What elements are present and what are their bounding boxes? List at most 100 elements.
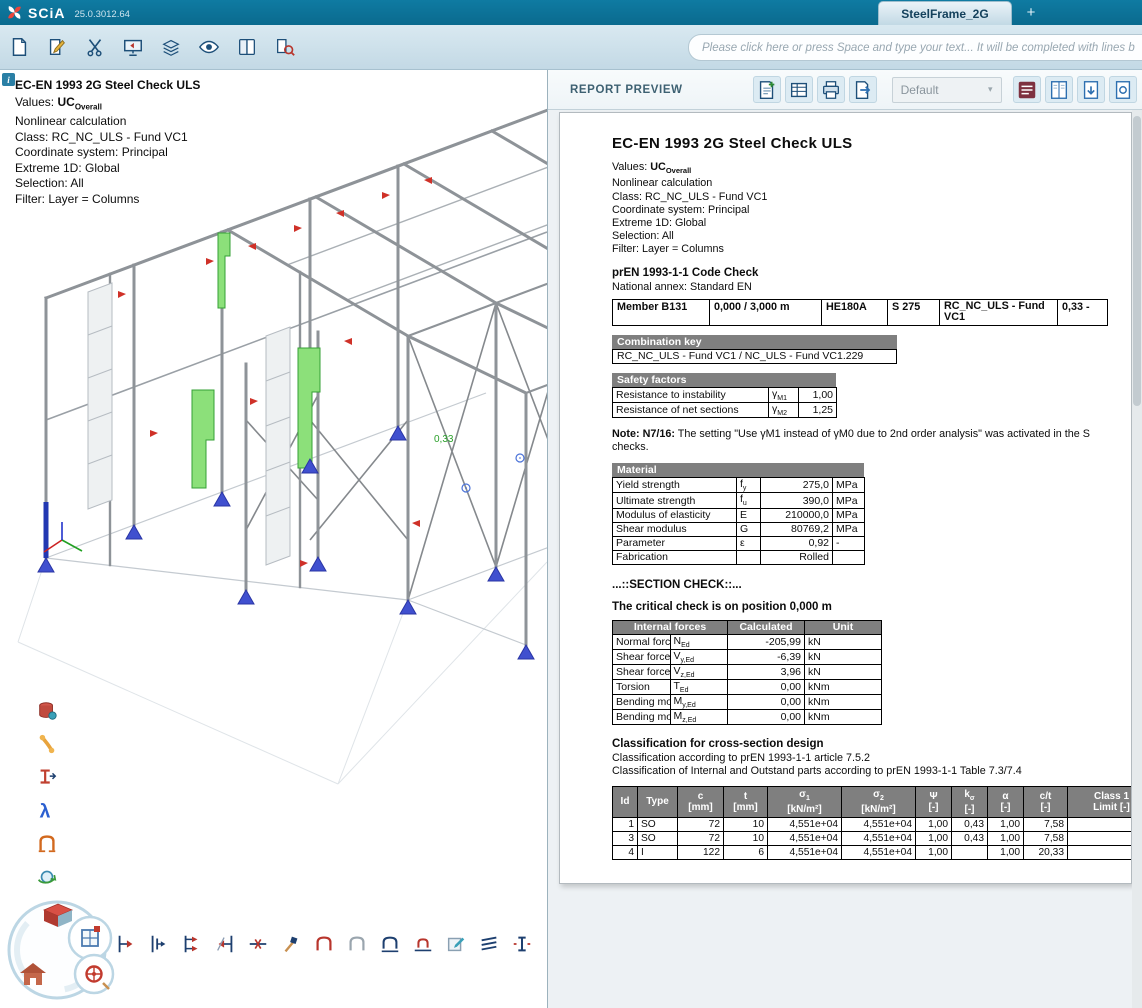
note-line: Note: N7/16: The setting "Use γM1 instea… xyxy=(612,428,1131,441)
text-line: Coordinate system: Principal xyxy=(15,145,200,161)
report-preview-title: REPORT PREVIEW xyxy=(570,84,683,96)
layers-check-icon[interactable] xyxy=(152,28,190,66)
command-input[interactable] xyxy=(688,34,1142,61)
table-cell: 210000,0 xyxy=(761,508,833,522)
visibility-icon[interactable] xyxy=(190,28,228,66)
report-page: EC-EN 1993 2G Steel Check ULS Values: UC… xyxy=(559,112,1132,884)
page-settings-icon[interactable] xyxy=(1109,76,1137,103)
haunch-gray-icon[interactable] xyxy=(345,932,369,956)
table-cell: 1,00 xyxy=(916,817,952,831)
section-symbol-icon[interactable] xyxy=(510,932,534,956)
table-cell: 4,551e+04 xyxy=(842,845,916,859)
scia-logo-icon xyxy=(6,4,23,21)
page-columns-icon[interactable] xyxy=(1045,76,1073,103)
table-cell: S 275 xyxy=(888,299,940,325)
table-cell: Ultimate strength xyxy=(613,493,737,508)
table-cell: 7,58 xyxy=(1024,831,1068,845)
table-cell: Mz,Ed xyxy=(670,710,728,725)
navigation-wheel[interactable] xyxy=(0,893,132,1008)
scrollbar-thumb[interactable] xyxy=(1133,116,1141,406)
overlay-lines: Nonlinear calculationClass: RC_NC_ULS - … xyxy=(15,114,200,207)
table-cell: SO xyxy=(638,817,678,831)
table-cell: Fabrication xyxy=(613,550,737,564)
table-cell: 1,00 xyxy=(988,845,1024,859)
bone-member-icon[interactable] xyxy=(34,731,60,757)
orbit-load-icon[interactable] xyxy=(34,863,60,889)
layers-icon[interactable] xyxy=(477,932,501,956)
report-intro-lines: Nonlinear calculationClass: RC_NC_ULS - … xyxy=(612,177,1131,256)
table-cell: 1,00 xyxy=(799,387,837,402)
table-cell: Member B131 xyxy=(613,299,710,325)
table-cell: MPa xyxy=(833,522,865,536)
table-cell: 0,92 xyxy=(761,536,833,550)
table-cell xyxy=(952,845,988,859)
viewport-3d[interactable]: 0,33 i EC-EN 1993 2G Steel Check ULS Val… xyxy=(0,70,547,1008)
combination-key-row: RC_NC_ULS - Fund VC1 / NC_ULS - Fund VC1… xyxy=(612,349,897,364)
add-report-item-icon[interactable] xyxy=(753,76,781,103)
table-cell: Vy,Ed xyxy=(670,649,728,664)
table-cell: 7,58 xyxy=(1024,817,1068,831)
hammer-tool-icon[interactable] xyxy=(279,932,303,956)
support-mirror-icon[interactable] xyxy=(213,932,237,956)
table-cell: 4,551e+04 xyxy=(842,831,916,845)
lambda-stability-icon[interactable] xyxy=(34,797,60,823)
divide-member-icon[interactable] xyxy=(246,932,270,956)
ground-grid xyxy=(18,558,547,784)
table-row: Resistance of net sectionsγM21,25 xyxy=(613,402,837,417)
check-structure-icon[interactable] xyxy=(543,932,547,956)
national-annex-line: National annex: Standard EN xyxy=(612,281,1131,294)
table-cell: kσ[-] xyxy=(952,786,988,817)
template-dropdown[interactable]: Default ▾ xyxy=(892,77,1002,103)
cut-icon[interactable] xyxy=(76,28,114,66)
new-tab-button[interactable]: + xyxy=(1021,0,1041,25)
report-values-line: Values: UCOverall xyxy=(612,161,1131,177)
table-cell: Rolled xyxy=(761,550,833,564)
table-cell: 10 xyxy=(724,817,768,831)
table-cell: Bending moment xyxy=(613,694,671,709)
edit-document-icon[interactable] xyxy=(38,28,76,66)
support-on-beam-icon[interactable] xyxy=(147,932,171,956)
table-cell: Modulus of elasticity xyxy=(613,508,737,522)
table-of-contents-icon[interactable] xyxy=(785,76,813,103)
cylinder-gear-icon[interactable] xyxy=(34,698,60,724)
table-cell: Torsion xyxy=(613,679,671,694)
project-tab[interactable]: SteelFrame_2G xyxy=(878,1,1012,25)
internal-forces-table: Internal forcesCalculatedUnitNormal forc… xyxy=(612,620,882,726)
table-cell: 0,00 xyxy=(728,694,805,709)
table-cell: 4,551e+04 xyxy=(768,831,842,845)
new-document-icon[interactable] xyxy=(0,28,38,66)
text-line: Selection: All xyxy=(612,230,1131,243)
titlebar: SCiA 25.0.3012.64 SteelFrame_2G + xyxy=(0,0,1142,25)
engineering-report-icon[interactable] xyxy=(1013,76,1041,103)
overlay-title: EC-EN 1993 2G Steel Check ULS xyxy=(15,78,200,94)
table-cell: 4 xyxy=(613,845,638,859)
haunch-red-icon[interactable] xyxy=(312,932,336,956)
library-icon[interactable] xyxy=(228,28,266,66)
table-cell: c[mm] xyxy=(678,786,724,817)
table-cell: Resistance of net sections xyxy=(613,402,769,417)
table-row: Shear forceVz,Ed3,96kN xyxy=(613,664,882,679)
report-scrollbar[interactable] xyxy=(1132,110,1142,1008)
info-icon[interactable]: i xyxy=(2,73,15,86)
export-report-icon[interactable] xyxy=(849,76,877,103)
arch-frame-icon[interactable] xyxy=(34,830,60,856)
table-row: Parameterε0,92- xyxy=(613,536,865,550)
ibeam-arrow-icon[interactable] xyxy=(34,764,60,790)
table-cell: Resistance to instability xyxy=(613,387,769,402)
presentation-icon[interactable] xyxy=(114,28,152,66)
help-search-icon[interactable] xyxy=(266,28,304,66)
table-cell: ε xyxy=(737,536,761,550)
text-line: Nonlinear calculation xyxy=(612,177,1131,190)
text-line: Extreme 1D: Global xyxy=(612,217,1131,230)
note-line-2: checks. xyxy=(612,441,1131,454)
table-cell: 1,00 xyxy=(988,831,1024,845)
haunch-base-icon[interactable] xyxy=(378,932,402,956)
opening-icon[interactable] xyxy=(411,932,435,956)
table-cell: 1,00 xyxy=(916,831,952,845)
text-line: Filter: Layer = Columns xyxy=(612,243,1131,256)
table-cell: RC_NC_ULS - Fund VC1 xyxy=(940,299,1058,325)
print-icon[interactable] xyxy=(817,76,845,103)
page-export-icon[interactable] xyxy=(1077,76,1105,103)
line-support-icon[interactable] xyxy=(180,932,204,956)
region-edit-icon[interactable] xyxy=(444,932,468,956)
